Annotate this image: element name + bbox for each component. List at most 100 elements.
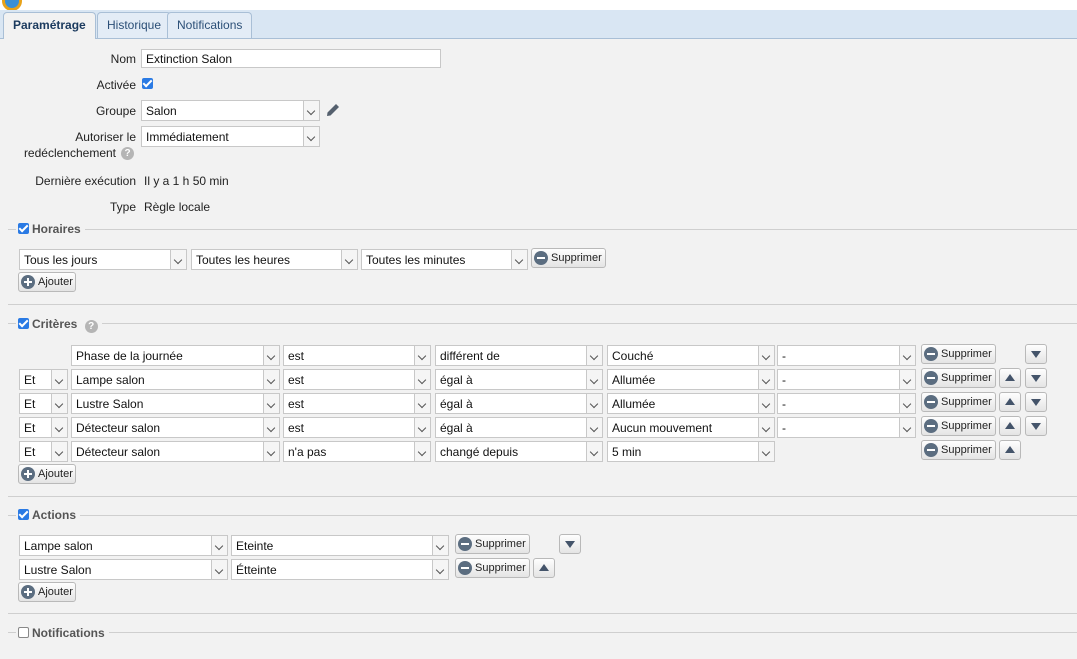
actions-checkbox[interactable]: [18, 509, 29, 520]
critere-device-select[interactable]: Lampe salon: [71, 369, 280, 390]
move-up-button[interactable]: [533, 558, 555, 578]
autoriser-label-line1: Autoriser le: [75, 130, 136, 144]
critere-supprimer-button[interactable]: Supprimer: [921, 440, 996, 460]
autoriser-label-line2: redéclenchement: [23, 146, 116, 160]
critere-value-select[interactable]: Allumée: [607, 393, 775, 414]
chevron-down-icon: [263, 442, 279, 461]
move-up-button[interactable]: [999, 440, 1021, 460]
critere-op-select[interactable]: Et: [19, 417, 68, 438]
critere-device-select[interactable]: Détecteur salon: [71, 417, 280, 438]
critere-extra-select[interactable]: -: [777, 345, 916, 366]
type-label: Type: [109, 200, 136, 214]
tab-parametrage[interactable]: Paramétrage: [3, 12, 96, 39]
move-down-button[interactable]: [1025, 344, 1047, 364]
nom-input[interactable]: [141, 49, 441, 68]
critere-device-select[interactable]: Détecteur salon: [71, 441, 280, 462]
critere-value-select[interactable]: Allumée: [607, 369, 775, 390]
critere-extra-select[interactable]: -: [777, 369, 916, 390]
plus-circle-icon: [21, 585, 35, 599]
minus-circle-icon: [924, 443, 938, 457]
critere-supprimer-button[interactable]: Supprimer: [921, 416, 996, 436]
critere-op-select[interactable]: Et: [19, 393, 68, 414]
type-value: Règle locale: [144, 200, 211, 214]
critere-op-select[interactable]: Et: [19, 369, 68, 390]
chevron-down-icon: [758, 418, 774, 437]
critere-cmp-select[interactable]: différent de: [435, 345, 603, 366]
minus-circle-icon: [924, 371, 938, 385]
critere-cmp-select[interactable]: égal à: [435, 417, 603, 438]
action-value-select[interactable]: Étteinte: [231, 559, 449, 580]
move-up-button[interactable]: [999, 392, 1021, 412]
critere-value-select[interactable]: Aucun mouvement: [607, 417, 775, 438]
chevron-down-icon: [414, 370, 430, 389]
horaires-heures-select[interactable]: Toutes les heures: [191, 249, 358, 270]
activee-checkbox[interactable]: [142, 78, 153, 89]
tab-notifications[interactable]: Notifications: [167, 12, 253, 38]
critere-verb-select[interactable]: est: [283, 369, 431, 390]
critere-supprimer-button[interactable]: Supprimer: [921, 392, 996, 412]
critere-value-select[interactable]: Couché: [607, 345, 775, 366]
critere-cmp-select[interactable]: égal à: [435, 369, 603, 390]
critere-supprimer-button[interactable]: Supprimer: [921, 344, 996, 364]
notifications-title: Notifications: [32, 626, 105, 640]
minus-circle-icon: [534, 251, 548, 265]
critere-cmp-select[interactable]: égal à: [435, 393, 603, 414]
critere-verb-select[interactable]: est: [283, 345, 431, 366]
move-down-button[interactable]: [1025, 368, 1047, 388]
horaires-supprimer-button[interactable]: Supprimer: [531, 248, 606, 268]
activee-label: Activée: [96, 78, 136, 92]
move-down-button[interactable]: [559, 534, 581, 554]
actions-ajouter-button[interactable]: Ajouter: [18, 582, 76, 602]
critere-device-select[interactable]: Phase de la journée: [71, 345, 280, 366]
chevron-down-icon: [303, 101, 319, 120]
plus-circle-icon: [21, 275, 35, 289]
critere-extra-select[interactable]: -: [777, 417, 916, 438]
groupe-value: Salon: [146, 104, 177, 118]
chevron-down-icon: [758, 442, 774, 461]
chevron-down-icon: [899, 418, 915, 437]
pencil-icon[interactable]: [324, 101, 342, 119]
critere-supprimer-button[interactable]: Supprimer: [921, 368, 996, 388]
groupe-select[interactable]: Salon: [141, 100, 320, 121]
move-down-button[interactable]: [1025, 392, 1047, 412]
nom-label: Nom: [110, 52, 136, 66]
notifications-checkbox[interactable]: [18, 627, 29, 638]
criteres-checkbox[interactable]: [18, 318, 29, 329]
horaires-title: Horaires: [32, 222, 81, 236]
minus-circle-icon: [458, 561, 472, 575]
autoriser-value: Immédiatement: [146, 130, 229, 144]
tab-historique[interactable]: Historique: [97, 12, 172, 38]
horaires-jours-select[interactable]: Tous les jours: [19, 249, 187, 270]
critere-verb-select[interactable]: est: [283, 417, 431, 438]
action-device-select[interactable]: Lampe salon: [19, 535, 228, 556]
critere-value-select[interactable]: 5 min: [607, 441, 775, 462]
horaires-ajouter-button[interactable]: Ajouter: [18, 272, 76, 292]
chevron-down-icon: [511, 250, 527, 269]
action-value-select[interactable]: Eteinte: [231, 535, 449, 556]
horaires-legend: Horaires: [16, 222, 85, 236]
autoriser-select[interactable]: Immédiatement: [141, 126, 320, 147]
horaires-minutes-select[interactable]: Toutes les minutes: [361, 249, 528, 270]
tab-bar: Paramétrage Historique Notifications: [0, 10, 1077, 39]
horaires-checkbox[interactable]: [18, 223, 29, 234]
critere-op-select[interactable]: Et: [19, 441, 68, 462]
criteres-ajouter-button[interactable]: Ajouter: [18, 464, 76, 484]
horaires-jours-value: Tous les jours: [24, 253, 98, 267]
action-supprimer-button[interactable]: Supprimer: [455, 558, 530, 578]
minus-circle-icon: [924, 395, 938, 409]
critere-verb-select[interactable]: est: [283, 393, 431, 414]
groupe-label: Groupe: [95, 104, 136, 118]
move-up-button[interactable]: [999, 368, 1021, 388]
critere-cmp-select[interactable]: changé depuis: [435, 441, 603, 462]
minus-circle-icon: [924, 347, 938, 361]
help-icon[interactable]: ?: [84, 320, 98, 333]
critere-verb-select[interactable]: n'a pas: [283, 441, 431, 462]
action-device-select[interactable]: Lustre Salon: [19, 559, 228, 580]
action-supprimer-button[interactable]: Supprimer: [455, 534, 530, 554]
critere-extra-select[interactable]: -: [777, 393, 916, 414]
critere-device-select[interactable]: Lustre Salon: [71, 393, 280, 414]
move-down-button[interactable]: [1025, 416, 1047, 436]
move-up-button[interactable]: [999, 416, 1021, 436]
help-icon[interactable]: ?: [121, 147, 134, 160]
actions-legend: Actions: [16, 508, 81, 522]
